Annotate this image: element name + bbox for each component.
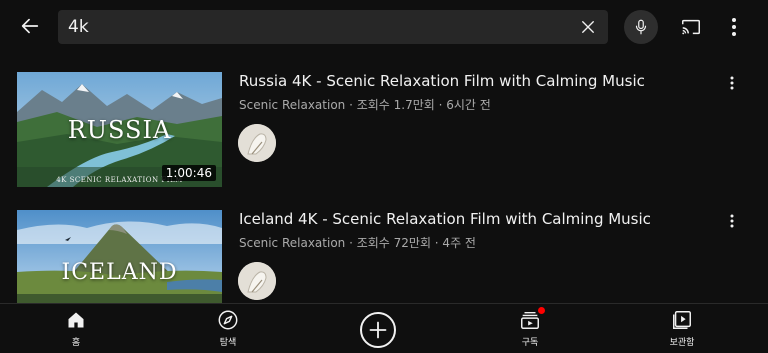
nav-library-label: 보관함 bbox=[669, 338, 695, 348]
nav-home[interactable]: 홈 bbox=[36, 308, 116, 352]
arrow-left-icon bbox=[21, 18, 39, 34]
home-icon bbox=[64, 308, 88, 332]
channel-avatar[interactable] bbox=[238, 262, 276, 300]
nav-library[interactable]: 보관함 bbox=[642, 308, 722, 352]
close-icon bbox=[582, 21, 594, 33]
video-meta: Scenic Relaxation · 조회수 1.7만회 · 6시간 전 bbox=[239, 98, 491, 112]
video-thumbnail[interactable]: ICELAND bbox=[17, 210, 222, 304]
more-vert-icon bbox=[730, 76, 734, 90]
thumbnail-title: ICELAND bbox=[61, 260, 178, 285]
back-button[interactable] bbox=[10, 8, 50, 44]
nav-home-label: 홈 bbox=[71, 338, 81, 348]
iceland-landscape-image bbox=[17, 210, 222, 304]
video-meta: Scenic Relaxation · 조회수 72만회 · 4주 전 bbox=[239, 236, 476, 250]
microphone-icon bbox=[635, 19, 647, 35]
clear-search-button[interactable] bbox=[574, 13, 602, 41]
channel-avatar[interactable] bbox=[238, 124, 276, 162]
library-icon bbox=[670, 308, 694, 332]
more-vert-icon bbox=[732, 18, 736, 36]
compass-icon bbox=[216, 308, 240, 332]
video-result[interactable]: RUSSIA 4K SCENIC RELAXATION FILM 1:00:46… bbox=[0, 70, 768, 194]
video-thumbnail[interactable]: RUSSIA 4K SCENIC RELAXATION FILM 1:00:46 bbox=[17, 72, 222, 187]
top-app-bar: 4k bbox=[0, 0, 768, 54]
video-title[interactable]: Iceland 4K - Scenic Relaxation Film with… bbox=[239, 210, 651, 228]
notification-dot bbox=[538, 307, 545, 314]
video-title[interactable]: Russia 4K - Scenic Relaxation Film with … bbox=[239, 72, 645, 90]
nav-subscriptions[interactable]: 구독 bbox=[490, 307, 570, 352]
bottom-navigation: 홈 탐색 구독 보관함 bbox=[0, 303, 768, 353]
more-vert-icon bbox=[730, 214, 734, 228]
video-more-options-button[interactable] bbox=[722, 210, 742, 232]
channel-avatar-image bbox=[238, 124, 276, 162]
cast-icon bbox=[682, 19, 700, 35]
cast-button[interactable] bbox=[676, 12, 706, 42]
voice-search-button[interactable] bbox=[624, 10, 658, 44]
nav-explore[interactable]: 탐색 bbox=[188, 308, 268, 352]
create-button[interactable] bbox=[360, 312, 396, 348]
thumbnail-title: RUSSIA bbox=[67, 116, 172, 144]
more-options-button[interactable] bbox=[722, 12, 746, 42]
duration-badge: 1:00:46 bbox=[161, 165, 216, 181]
video-more-options-button[interactable] bbox=[722, 72, 742, 94]
channel-avatar-image bbox=[238, 262, 276, 300]
subscriptions-icon bbox=[518, 307, 545, 332]
plus-circle-icon bbox=[369, 321, 387, 339]
nav-subscriptions-label: 구독 bbox=[521, 338, 539, 348]
search-query[interactable]: 4k bbox=[68, 17, 89, 37]
search-input[interactable]: 4k bbox=[58, 10, 608, 44]
nav-explore-label: 탐색 bbox=[219, 338, 237, 348]
